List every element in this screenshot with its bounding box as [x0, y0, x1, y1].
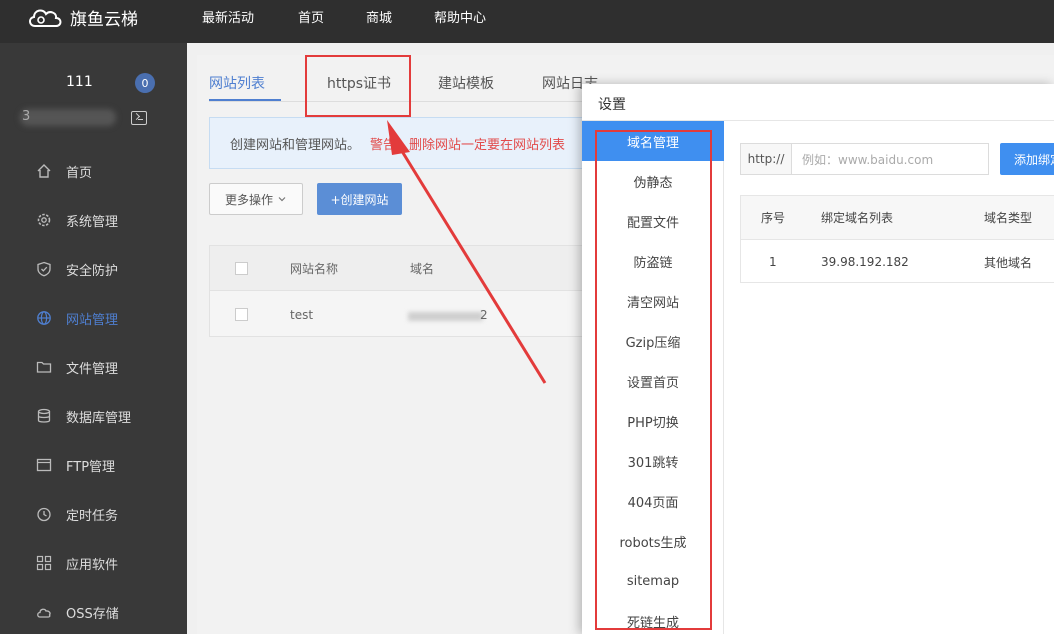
sidebar-item-ftp[interactable]: FTP管理 — [0, 445, 187, 485]
domain-blurred — [408, 312, 483, 321]
chevron-down-icon — [278, 197, 286, 202]
sidebar-item-label: 首页 — [66, 165, 93, 181]
sidebar-item-files[interactable]: 文件管理 — [0, 347, 187, 387]
domain-input[interactable]: 例如：www.baidu.com — [791, 143, 989, 175]
site-name-cell[interactable]: test — [290, 308, 313, 322]
user-id: 111 — [66, 74, 93, 90]
create-site-button[interactable]: +创建网站 — [317, 183, 402, 215]
index-cell: 1 — [769, 255, 777, 269]
cloud-icon — [37, 608, 51, 618]
sidebar-item-database[interactable]: 数据库管理 — [0, 396, 187, 436]
user-name-prefix: 3 — [22, 109, 31, 124]
column-header-site-name: 网站名称 — [290, 261, 339, 276]
dialog-title: 设置 — [598, 97, 626, 113]
topnav-store[interactable]: 商城 — [366, 0, 392, 32]
topnav-home[interactable]: 首页 — [298, 0, 324, 32]
sidebar-item-system[interactable]: 系统管理 — [0, 200, 187, 240]
sidebar: 111 0 3 首页 系统管理 安全防护 网站管理 文件管理 数据库管理 FTP… — [0, 43, 187, 634]
sidebar-item-label: 定时任务 — [66, 508, 119, 524]
http-prefix: http:// — [740, 143, 792, 175]
topnav-help-center[interactable]: 帮助中心 — [434, 0, 486, 32]
globe-icon — [37, 311, 51, 325]
table-header-row: 网站名称 域名 — [210, 246, 590, 291]
sidebar-item-websites[interactable]: 网站管理 — [0, 298, 187, 338]
gear-icon — [37, 213, 51, 227]
sidebar-item-label: 安全防护 — [66, 263, 119, 279]
cloud-logo-icon — [29, 9, 62, 27]
table-row[interactable]: 1 39.98.192.182 其他域名 — [741, 240, 1054, 284]
column-header-domain-list: 绑定域名列表 — [821, 211, 894, 225]
logo[interactable]: 旗鱼云梯 — [26, 4, 138, 30]
ftp-icon — [36, 458, 52, 472]
shield-icon — [37, 261, 51, 277]
notice-text: 创建网站和管理网站。 — [230, 137, 361, 153]
domain-cell: 39.98.192.182 — [821, 255, 909, 269]
sidebar-item-label: OSS存储 — [66, 606, 119, 622]
site-table: 网站名称 域名 test 2 — [209, 245, 590, 337]
tab-site-templates[interactable]: 建站模板 — [438, 73, 494, 101]
tab-site-list[interactable]: 网站列表 — [209, 73, 281, 101]
add-binding-button[interactable]: 添加绑定 — [1000, 143, 1054, 175]
sidebar-item-label: 数据库管理 — [66, 410, 132, 426]
top-bar: 旗鱼云梯 最新活动 首页 商城 帮助中心 — [0, 0, 1054, 43]
logo-text: 旗鱼云梯 — [70, 9, 138, 30]
domain-cell-suffix: 2 — [480, 307, 488, 322]
sidebar-item-label: 网站管理 — [66, 312, 119, 328]
domain-type-cell: 其他域名 — [984, 255, 1033, 270]
bound-domains-table: 序号 绑定域名列表 域名类型 1 39.98.192.182 其他域名 — [740, 195, 1054, 283]
folder-icon — [36, 361, 52, 373]
sidebar-item-oss[interactable]: OSS存储 — [0, 592, 187, 632]
user-name-blurred — [20, 109, 116, 126]
annotation-box-https-tab — [305, 55, 411, 117]
sidebar-item-label: FTP管理 — [66, 459, 116, 475]
clock-icon — [37, 507, 51, 522]
database-icon — [37, 408, 51, 423]
column-header-domain-type: 域名类型 — [984, 211, 1033, 225]
sidebar-item-home[interactable]: 首页 — [0, 151, 187, 191]
more-actions-label: 更多操作 — [224, 192, 273, 207]
column-header-domain: 域名 — [410, 261, 435, 276]
notification-badge[interactable]: 0 — [135, 73, 155, 93]
sidebar-item-label: 应用软件 — [66, 557, 119, 573]
notice-warning: 警告：删除网站一定要在网站列表 — [370, 137, 566, 153]
apps-icon — [36, 555, 52, 571]
row-checkbox[interactable] — [235, 308, 248, 321]
more-actions-button[interactable]: 更多操作 — [209, 183, 303, 215]
annotation-box-settings-menu — [595, 130, 712, 630]
home-icon — [37, 164, 51, 178]
topnav-latest-activity[interactable]: 最新活动 — [202, 0, 254, 32]
select-all-checkbox[interactable] — [235, 261, 248, 275]
settings-body: http:// 例如：www.baidu.com 添加绑定 序号 绑定域名列表 … — [724, 121, 1054, 634]
sidebar-item-apps[interactable]: 应用软件 — [0, 543, 187, 583]
info-notice: 创建网站和管理网站。 警告：删除网站一定要在网站列表 — [209, 117, 589, 169]
sidebar-item-label: 系统管理 — [66, 214, 119, 230]
table-row[interactable]: test 2 — [210, 292, 590, 337]
sidebar-item-label: 文件管理 — [66, 361, 119, 377]
table-header-row: 序号 绑定域名列表 域名类型 — [741, 196, 1054, 240]
terminal-icon[interactable] — [131, 111, 147, 125]
sidebar-item-cron[interactable]: 定时任务 — [0, 494, 187, 534]
column-header-index: 序号 — [761, 211, 786, 225]
sidebar-item-security[interactable]: 安全防护 — [0, 249, 187, 289]
